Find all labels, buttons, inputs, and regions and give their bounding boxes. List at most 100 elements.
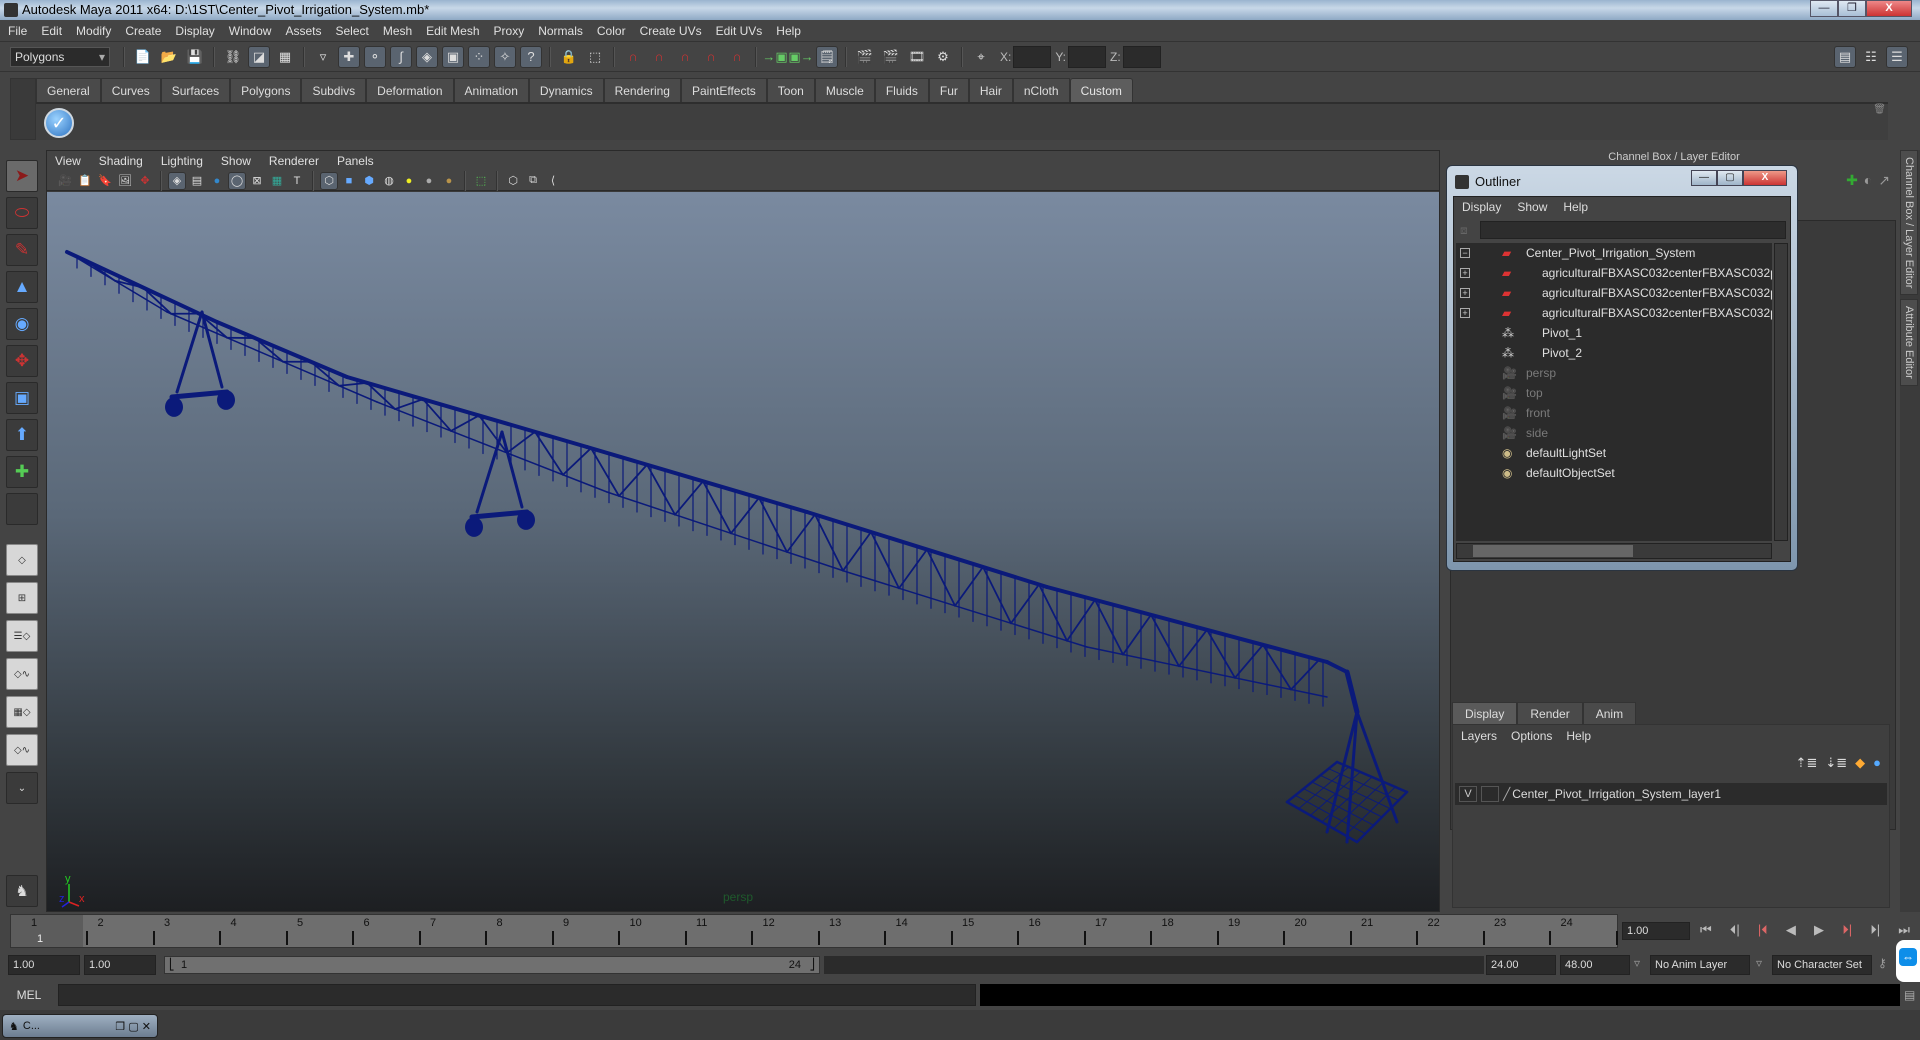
menu-color[interactable]: Color [597,24,626,38]
viewport-menu-show[interactable]: Show [221,154,251,168]
channel-box-toggle-icon[interactable]: ☰ [1886,46,1908,68]
outliner-menu-help[interactable]: Help [1563,200,1588,214]
expand-icon[interactable]: + [1460,288,1470,298]
menu-file[interactable]: File [8,24,27,38]
side-tab-attribute-editor[interactable]: Attribute Editor [1900,299,1918,387]
range-end-handle[interactable]: ⎦ [810,957,816,973]
step-forward-frame-icon[interactable]: ⏵| [1870,922,1880,940]
outliner-item[interactable]: ◉ defaultLightSet [1456,443,1772,463]
shelf-tab-painteffects[interactable]: PaintEffects [680,78,767,102]
hypershade-persp-layout-icon[interactable]: ▦◇ [6,696,38,728]
shelf-tab-animation[interactable]: Animation [453,78,529,102]
shelf-tab-rendering[interactable]: Rendering [603,78,681,102]
outliner-close-button[interactable]: X [1743,170,1787,186]
more-layouts-icon[interactable]: ⌄ [6,772,38,804]
lasso-tool-icon[interactable]: ⬭ [6,197,38,229]
end-time-field[interactable]: 48.00 [1560,955,1630,975]
mel-label[interactable]: MEL [0,988,58,1002]
shadows-icon[interactable]: ● [420,172,438,190]
menu-help[interactable]: Help [776,24,801,38]
single-perspective-layout-icon[interactable]: ◇ [6,544,38,576]
transform-mode-dropdown-icon[interactable]: ⌖ [970,46,992,68]
outliner-filter-input[interactable] [1480,221,1786,239]
rotate-tool-icon[interactable]: ◉ [6,308,38,340]
go-to-start-icon[interactable]: ⏮ [1700,922,1712,940]
step-back-key-icon[interactable]: |⏴ [1758,922,1768,940]
menu-window[interactable]: Window [229,24,272,38]
start-time-field[interactable]: 1.00 [8,955,80,975]
layer-type-toggle[interactable] [1481,786,1499,802]
menu-mesh[interactable]: Mesh [383,24,412,38]
high-quality-icon[interactable]: ● [440,172,458,190]
persp-graph-hypergraph-layout-icon[interactable]: ◇∿ [6,734,38,766]
ipr-render-icon[interactable]: 🎞 [906,46,928,68]
new-empty-layer-icon[interactable]: ◆ [1855,755,1865,771]
four-view-layout-icon[interactable]: ⊞ [6,582,38,614]
shelf-tab-subdivs[interactable]: Subdivs [301,78,367,102]
playback-end-field[interactable]: 24.00 [1486,955,1556,975]
menu-modify[interactable]: Modify [76,24,111,38]
snap-point-icon[interactable]: ∩ [674,46,696,68]
maya-logo-icon[interactable]: ♞ [6,875,38,907]
shelf-check-icon[interactable]: ✓ [44,108,74,138]
current-time-marker[interactable] [11,915,83,947]
move-layer-up-icon[interactable]: ⇡≣ [1796,755,1818,771]
viewport-menu-view[interactable]: View [55,154,81,168]
resolution-gate-icon[interactable]: ● [208,172,226,190]
minimized-window-controls[interactable]: ❐ ▢ ✕ [115,1020,151,1033]
go-to-end-icon[interactable]: ⏭ [1898,922,1910,940]
layer-menu-options[interactable]: Options [1511,729,1552,743]
shelf-tab-ncloth[interactable]: nCloth [1012,78,1070,102]
character-set-dropdown-icon[interactable]: ▿ [1756,956,1762,970]
current-time-field[interactable]: 1.00 [1622,922,1690,940]
gate-mask-icon[interactable]: ◯ [228,171,246,190]
select-deformations-icon[interactable]: ▣ [442,45,464,68]
select-camera-icon[interactable]: 🎥 [56,172,74,190]
expand-icon[interactable]: + [1460,308,1470,318]
minimize-button[interactable]: — [1810,0,1838,17]
persp-graph-layout-icon[interactable]: ◇∿ [6,658,38,690]
film-gate-icon[interactable]: ▤ [188,172,206,190]
menu-create[interactable]: Create [125,24,161,38]
shelf-tab-fluids[interactable]: Fluids [874,78,929,102]
trash-icon[interactable]: 🗑 [1873,104,1886,115]
show-manipulator-icon[interactable]: ✚ [6,456,38,488]
attribute-editor-toggle-icon[interactable]: ▤ [1834,46,1856,68]
layer-color-swatch[interactable]: ╱ [1503,787,1510,801]
render-current-frame-icon[interactable]: 🎬 [880,46,902,68]
lock-selection-icon[interactable]: 🔒 [558,46,580,68]
2d-pan-zoom-icon[interactable]: ✥ [136,172,154,190]
move-layer-down-icon[interactable]: ⇣≣ [1825,755,1847,771]
mel-command-input[interactable] [58,984,976,1006]
scene-view[interactable]: y x z persp [47,192,1439,911]
last-tool-icon[interactable] [6,493,38,525]
viewport-menu-shading[interactable]: Shading [99,154,143,168]
shelf-tab-curves[interactable]: Curves [100,78,161,102]
anim-layer-dropdown-icon[interactable]: ▿ [1634,956,1640,970]
new-layer-selected-icon[interactable]: ● [1873,755,1881,771]
menu-proxy[interactable]: Proxy [494,24,525,38]
filter-icon[interactable]: ⧈ [1460,223,1468,238]
make-live-icon[interactable]: ∩ [726,46,748,68]
open-scene-icon[interactable]: 📂 [158,46,180,68]
select-dynamics-icon[interactable]: ⁘ [468,45,490,68]
shelf-tab-fur[interactable]: Fur [928,78,969,102]
outliner-item[interactable]: 🎥 persp [1456,363,1772,383]
move-tool-icon[interactable]: ▲ [6,271,38,303]
textured-icon[interactable]: ◍ [380,172,398,190]
wireframe-on-shaded-icon[interactable]: ⬢ [360,172,378,190]
viewport-menu-renderer[interactable]: Renderer [269,154,319,168]
scale-tool-icon[interactable]: ✥ [6,345,38,377]
render-view-icon[interactable]: 🎬 [854,46,876,68]
save-scene-icon[interactable]: 💾 [184,46,206,68]
snap-view-plane-icon[interactable]: ∩ [700,46,722,68]
select-component-icon[interactable]: ▦ [274,46,296,68]
xray-icon[interactable]: ⬡ [504,172,522,190]
collapse-icon[interactable]: − [1460,248,1470,258]
manipulator-icon[interactable]: ✚ [1846,172,1858,189]
shelf-tab-general[interactable]: General [36,78,101,102]
field-chart-icon[interactable]: ⊠ [248,172,266,190]
layer-tab-render[interactable]: Render [1517,702,1583,724]
menu-normals[interactable]: Normals [538,24,583,38]
time-slider[interactable]: 1 1 2 3 4 5 6 7 8 9 10 11 12 13 14 15 16 17 18 19 20 21 22 23 2… [10,914,1618,948]
